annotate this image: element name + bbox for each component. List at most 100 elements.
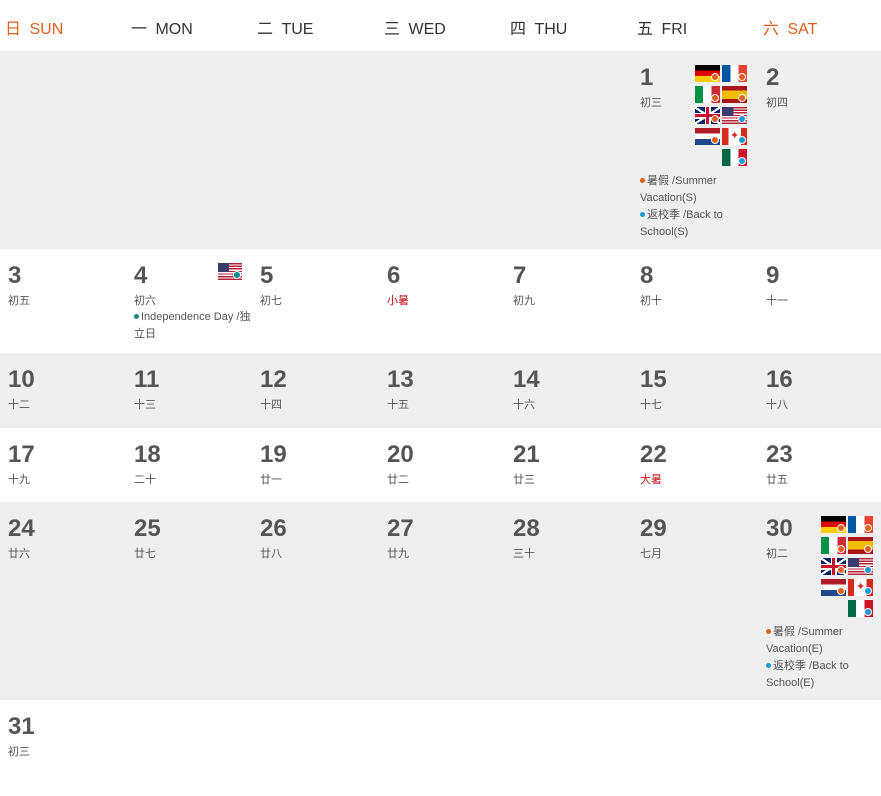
status-dot-icon: [711, 115, 719, 123]
status-dot-icon: [837, 566, 845, 574]
lunar-date: 初三: [8, 746, 30, 758]
day-number: 1: [640, 64, 654, 91]
lunar-date: 十三: [134, 399, 156, 411]
empty-day-cell: [252, 51, 378, 249]
day-number: 16: [766, 366, 793, 393]
empty-day-cell: [126, 51, 252, 249]
status-dot-icon: [711, 73, 719, 81]
day-cell[interactable]: 29 七月: [632, 502, 758, 700]
day-cell[interactable]: 19 廿一: [252, 428, 378, 502]
day-number: 11: [134, 366, 160, 393]
weekday-en: SAT: [783, 21, 818, 38]
day-number: 14: [513, 366, 540, 393]
status-dot-icon: [711, 136, 719, 144]
weekday-cn: 五: [637, 21, 654, 38]
empty-day-cell: [379, 51, 505, 249]
lunar-date: 三十: [513, 548, 535, 560]
day-cell[interactable]: 8 初十: [632, 249, 758, 353]
day-number: 31: [8, 713, 35, 740]
lunar-date: 廿六: [8, 548, 30, 560]
flag-de-icon: [821, 516, 846, 533]
weekday-en: TUE: [277, 21, 314, 38]
week-row: 24 廿六 25 廿七 26 廿八 27 廿九 28 三十 29 七月 30 初二 ✦ 暑假 /Summer …: [0, 502, 881, 700]
calendar: 日 SUN 一 MON 二 TUE 三 WED 四 THU 五 FRI 六 SAT 1 初三 ✦…: [0, 0, 881, 796]
day-number: 12: [260, 366, 287, 393]
day-cell[interactable]: 9 十一: [758, 249, 881, 353]
day-cell[interactable]: 1 初三 ✦ 暑假 /Summer Vacation(S) 返校季 /Back to S…: [632, 51, 758, 249]
day-number: 9: [766, 262, 780, 289]
day-cell[interactable]: 12 十四: [252, 353, 378, 428]
weekday-cn: 一: [131, 21, 148, 38]
status-dot-icon: [738, 136, 746, 144]
day-cell[interactable]: 2 初四: [758, 51, 881, 249]
event-list: Independence Day /独立日: [134, 309, 252, 343]
day-cell[interactable]: 5 初七: [252, 249, 378, 353]
flag-us-icon: [218, 263, 242, 280]
day-cell[interactable]: 24 廿六: [0, 502, 126, 700]
status-dot-icon: [864, 524, 872, 532]
flag-es-icon: [722, 86, 747, 103]
day-cell[interactable]: 6 小暑: [379, 249, 505, 353]
day-cell[interactable]: 7 初九: [505, 249, 631, 353]
lunar-date: 十七: [640, 399, 662, 411]
day-cell[interactable]: 3 初五: [0, 249, 126, 353]
weekday-tue: 二 TUE: [257, 15, 313, 39]
event-item[interactable]: 返校季 /Back to School(E): [766, 658, 881, 692]
day-cell[interactable]: 23 廿五: [758, 428, 881, 502]
day-number: 28: [513, 515, 540, 542]
event-item[interactable]: 暑假 /Summer Vacation(S): [640, 173, 758, 207]
lunar-date: 廿一: [260, 474, 282, 486]
day-cell[interactable]: 28 三十: [505, 502, 631, 700]
flag-it-icon: [695, 86, 720, 103]
day-cell[interactable]: 18 二十: [126, 428, 252, 502]
status-dot-icon: [837, 587, 845, 595]
event-item[interactable]: Independence Day /独立日: [134, 309, 252, 343]
day-number: 20: [387, 441, 414, 468]
weekday-fri: 五 FRI: [637, 15, 687, 39]
lunar-date: 初二: [766, 548, 788, 560]
flag-ca-icon: ✦: [848, 579, 873, 596]
day-number: 21: [513, 441, 540, 468]
event-label: 暑假 /Summer Vacation(S): [640, 175, 717, 204]
day-cell[interactable]: 10 十二: [0, 353, 126, 428]
empty-day-cell: [252, 700, 378, 796]
day-number: 2: [766, 64, 780, 91]
day-cell[interactable]: 4 初六 Independence Day /独立日: [126, 249, 252, 353]
lunar-date: 七月: [640, 548, 662, 560]
event-dot-icon: [766, 662, 771, 668]
day-cell[interactable]: 14 十六: [505, 353, 631, 428]
day-cell[interactable]: 25 廿七: [126, 502, 252, 700]
day-number: 13: [387, 366, 414, 393]
day-number: 15: [640, 366, 667, 393]
empty-day-cell: [632, 700, 758, 796]
weekday-en: THU: [530, 21, 568, 38]
day-number: 6: [387, 262, 401, 289]
day-cell[interactable]: 20 廿二: [379, 428, 505, 502]
day-cell[interactable]: 26 廿八: [252, 502, 378, 700]
flag-ca-icon: ✦: [722, 128, 747, 145]
empty-day-cell: [379, 700, 505, 796]
day-number: 19: [260, 441, 287, 468]
event-item[interactable]: 暑假 /Summer Vacation(E): [766, 624, 881, 658]
day-cell[interactable]: 27 廿九: [379, 502, 505, 700]
day-cell[interactable]: 17 十九: [0, 428, 126, 502]
weekday-sat: 六 SAT: [763, 15, 817, 39]
flag-us-icon: [722, 107, 747, 124]
week-row: 3 初五 4 初六 Independence Day /独立日 5 初七 6 小暑 7 初九 8 初十 9…: [0, 249, 881, 353]
flag-it-icon: [821, 537, 846, 554]
day-cell[interactable]: 30 初二 ✦ 暑假 /Summer Vacation(E) 返校季 /Back to …: [758, 502, 881, 700]
day-cell[interactable]: 22 大暑: [632, 428, 758, 502]
weekday-sun: 日 SUN: [5, 15, 63, 39]
day-cell[interactable]: 15 十七: [632, 353, 758, 428]
day-number: 24: [8, 515, 35, 542]
day-cell[interactable]: 21 廿三: [505, 428, 631, 502]
event-item[interactable]: 返校季 /Back to School(S): [640, 207, 758, 241]
day-cell[interactable]: 13 十五: [379, 353, 505, 428]
day-cell[interactable]: 11 十三: [126, 353, 252, 428]
day-cell[interactable]: 16 十八: [758, 353, 881, 428]
lunar-date: 初五: [8, 295, 30, 307]
lunar-date: 初三: [640, 97, 662, 109]
day-cell[interactable]: 31 初三: [0, 700, 126, 796]
day-number: 8: [640, 262, 654, 289]
flag-es-icon: [848, 537, 873, 554]
